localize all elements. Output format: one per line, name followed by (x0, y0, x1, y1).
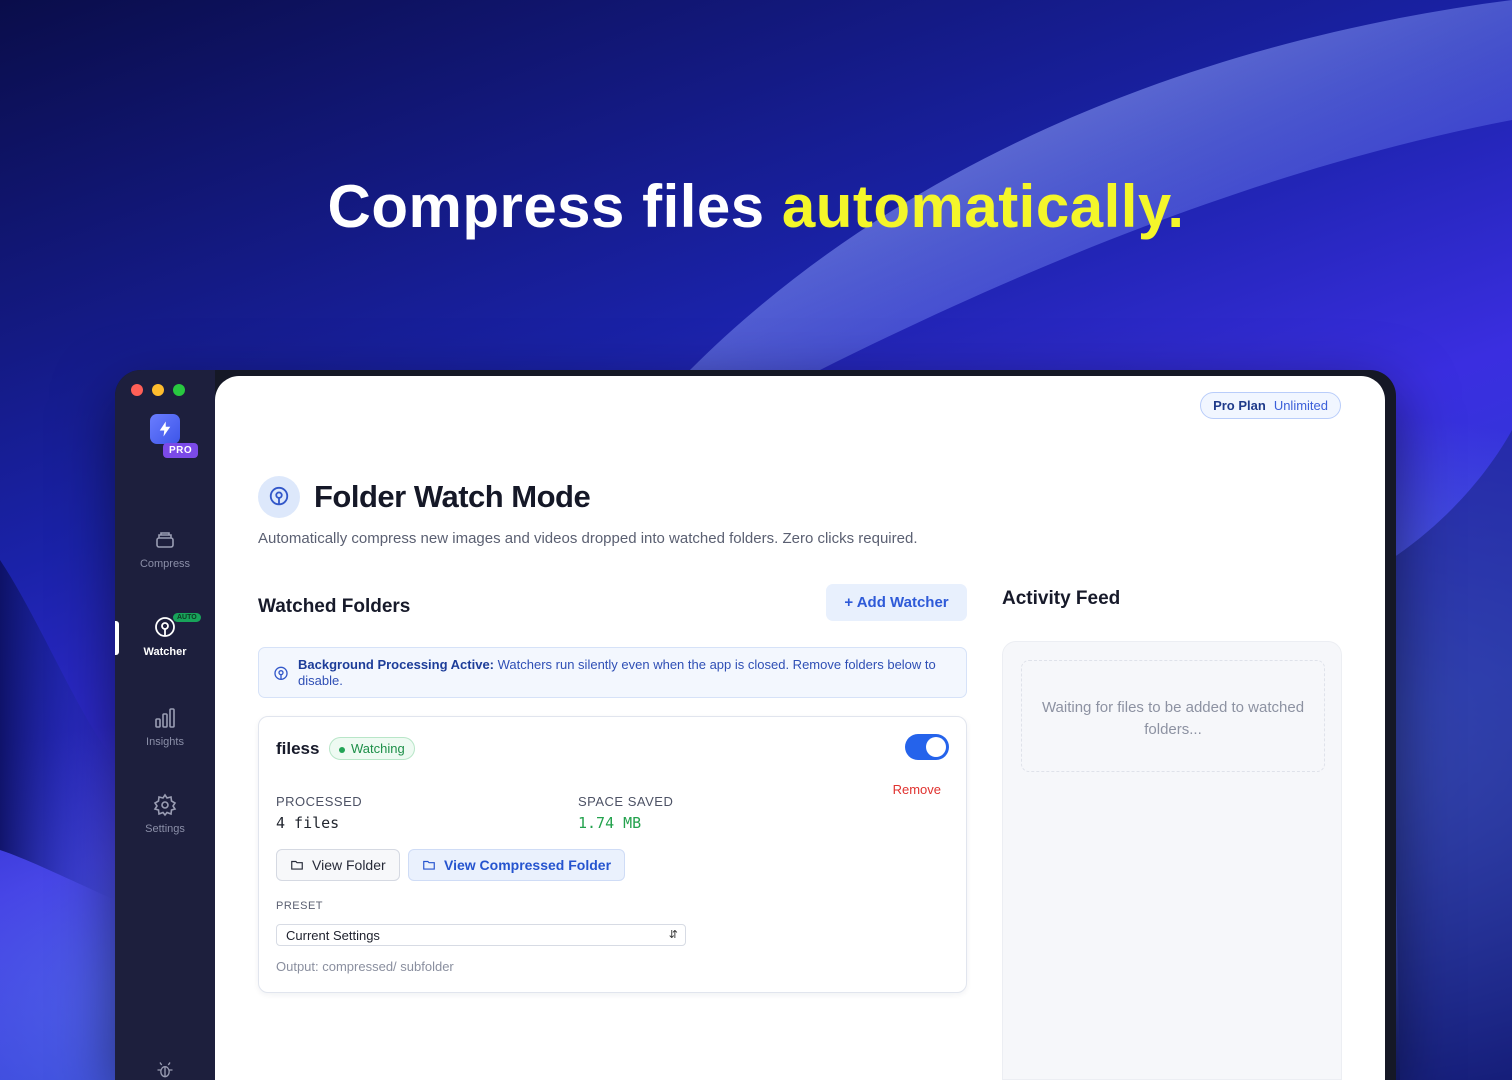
headline-period: . (1167, 173, 1185, 240)
remove-button[interactable]: Remove (893, 782, 941, 797)
toggle-knob (926, 737, 946, 757)
page-title: Folder Watch Mode (314, 479, 591, 514)
view-compressed-label: View Compressed Folder (444, 857, 612, 873)
space-saved-label: SPACE SAVED (578, 794, 674, 809)
status-text: Watching (351, 741, 405, 756)
sidebar-item-compress[interactable]: Compress (115, 528, 215, 570)
sidebar-item-insights[interactable]: Insights (115, 706, 215, 748)
sidebar-item-label: Watcher (143, 646, 187, 658)
stack-icon (156, 532, 174, 548)
sidebar: PRO Compress AUTO Watcher Insights Setti… (115, 370, 215, 1080)
sidebar-item-label: Insights (146, 736, 184, 748)
select-arrows-icon: ⇵ (668, 929, 678, 941)
bug-icon[interactable] (155, 1060, 175, 1080)
preset-value: Current Settings (286, 928, 380, 943)
minimize-window-button[interactable] (152, 384, 164, 396)
window-controls (131, 384, 185, 396)
info-title: Background Processing Active: (298, 657, 495, 672)
app-logo-icon (150, 414, 180, 444)
activity-feed-empty-state: Waiting for files to be added to watched… (1021, 660, 1325, 772)
output-note: Output: compressed/ subfolder (276, 959, 454, 974)
headline: Compress files automatically. (0, 172, 1512, 241)
folder-icon (291, 860, 303, 870)
zoom-window-button[interactable] (173, 384, 185, 396)
plan-badge[interactable]: Pro Plan Unlimited (1200, 392, 1341, 419)
preset-label: PRESET (276, 900, 324, 912)
plan-tier: Unlimited (1273, 398, 1328, 413)
view-compressed-folder-button[interactable]: View Compressed Folder (408, 849, 626, 881)
app-window: PRO Compress AUTO Watcher Insights Setti… (115, 370, 1396, 1080)
bar-chart-icon (155, 708, 175, 728)
gear-icon (153, 793, 177, 817)
plan-name: Pro Plan (1213, 398, 1266, 413)
activity-feed-panel: Waiting for files to be added to watched… (1002, 641, 1342, 1080)
folder-icon (423, 860, 435, 870)
sidebar-item-watcher[interactable]: Watcher (115, 616, 215, 658)
status-badge: Watching (329, 737, 415, 760)
view-folder-label: View Folder (312, 857, 386, 873)
processed-value: 4 files (276, 814, 340, 832)
space-saved-value: 1.74 MB (578, 814, 642, 832)
folder-name: filess (276, 739, 320, 758)
processed-label: PROCESSED (276, 794, 363, 809)
watched-folders-title: Watched Folders (258, 596, 411, 617)
close-window-button[interactable] (131, 384, 143, 396)
activity-feed-title: Activity Feed (1002, 588, 1121, 609)
status-dot (339, 747, 345, 753)
watcher-toggle[interactable] (905, 734, 949, 760)
watcher-icon (258, 476, 300, 518)
add-watcher-button[interactable]: + Add Watcher (826, 584, 967, 621)
watcher-icon (155, 617, 175, 637)
watcher-icon (274, 666, 288, 680)
headline-text: Compress files (327, 173, 782, 240)
watcher-card: filess Watching Remove PROCESSED 4 files… (258, 716, 967, 993)
pro-badge: PRO (163, 443, 199, 458)
sidebar-item-label: Compress (139, 558, 191, 570)
headline-highlight: automatically (781, 173, 1168, 240)
page-description: Automatically compress new images and vi… (258, 530, 918, 547)
preset-select[interactable]: Current Settings ⇵ (276, 924, 686, 946)
sidebar-item-label: Settings (145, 823, 185, 835)
background-info-banner: Background Processing Active: Watchers r… (258, 647, 967, 698)
sidebar-item-settings[interactable]: Settings (115, 793, 215, 835)
view-folder-button[interactable]: View Folder (276, 849, 400, 881)
main-panel: Pro Plan Unlimited Folder Watch Mode Aut… (215, 376, 1385, 1080)
